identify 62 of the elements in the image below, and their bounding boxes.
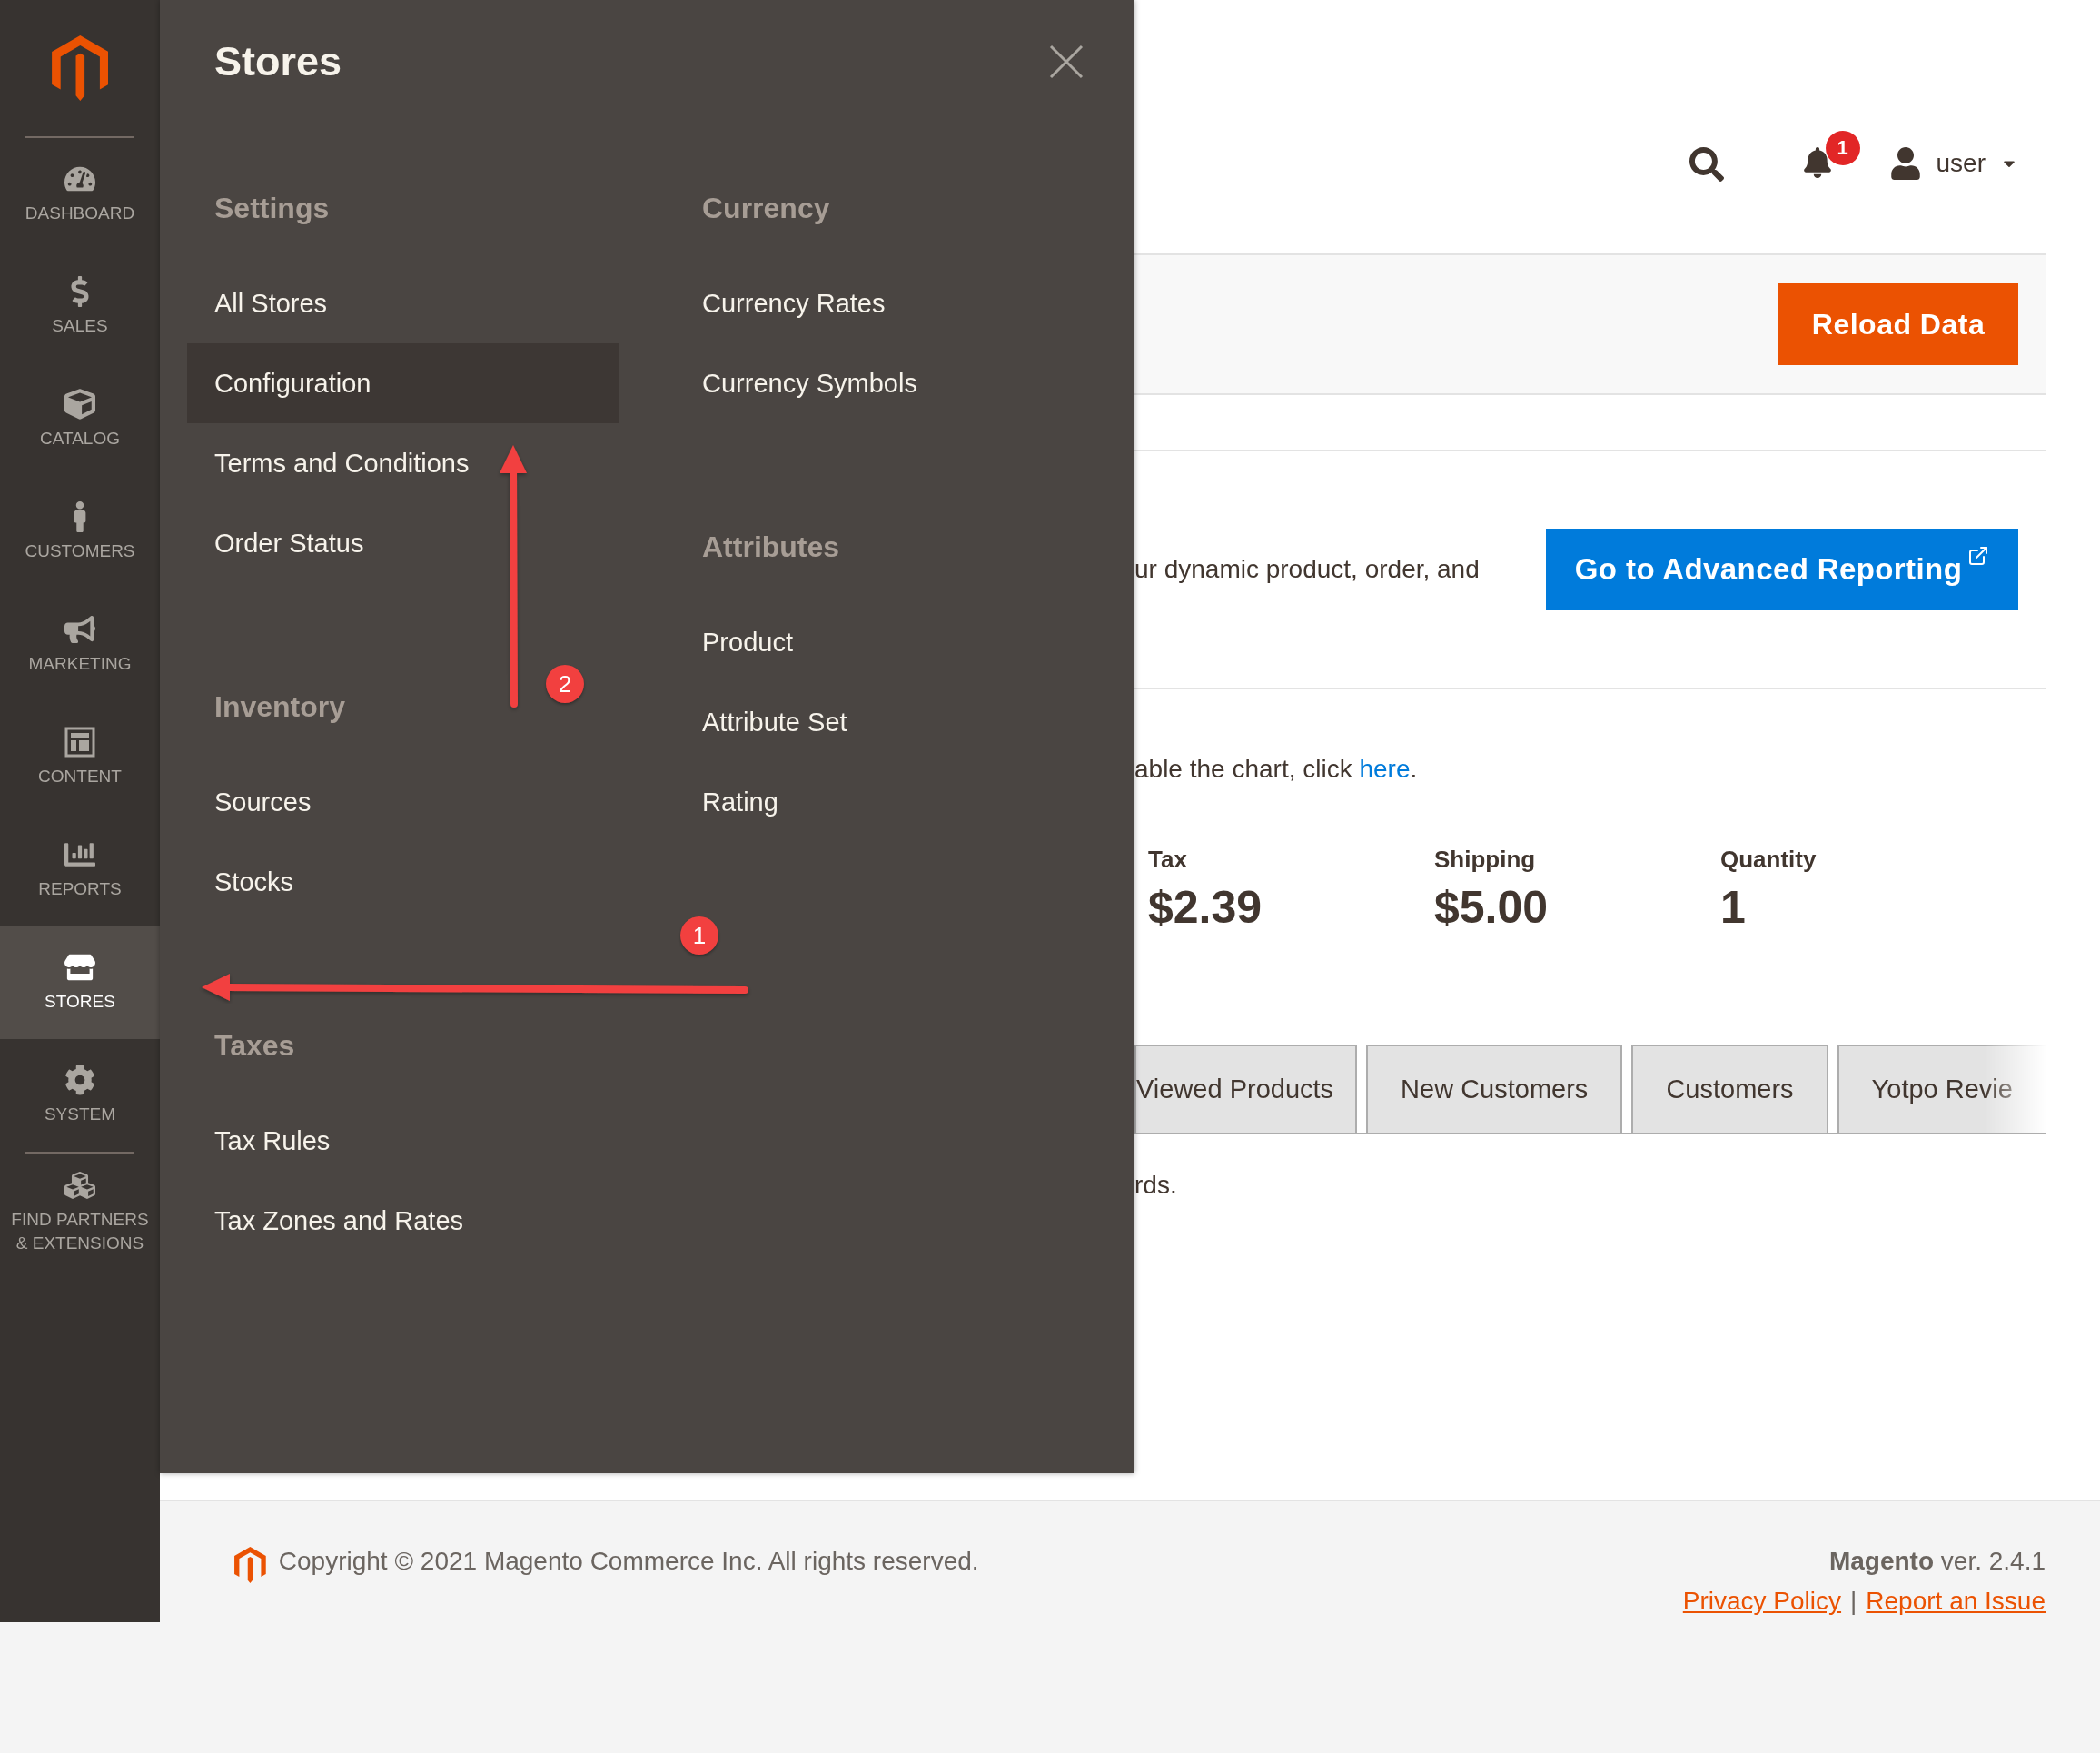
nav-item[interactable]: SALES bbox=[0, 251, 160, 363]
nav-item[interactable]: DASHBOARD bbox=[0, 138, 160, 251]
user-menu[interactable]: user bbox=[1888, 147, 2018, 180]
total-value: $2.39 bbox=[1148, 881, 1263, 934]
menu-item[interactable]: Tax Rules bbox=[187, 1101, 619, 1181]
menu-item[interactable]: Attribute Set bbox=[675, 682, 1106, 762]
menu-item[interactable]: Currency Symbols bbox=[675, 343, 1106, 423]
menu-item[interactable]: Currency Rates bbox=[675, 263, 1106, 343]
here-link[interactable]: here bbox=[1359, 755, 1411, 783]
nav-item[interactable]: REPORTS bbox=[0, 814, 160, 926]
nav-item[interactable]: MARKETING bbox=[0, 589, 160, 701]
copyright-text: Copyright © 2021 Magento Commerce Inc. All rights reserved. bbox=[278, 1547, 979, 1576]
total-value: 1 bbox=[1720, 881, 1747, 934]
total-label: Tax bbox=[1148, 846, 1188, 874]
logo-icon bbox=[234, 1547, 266, 1583]
section-heading: Currency bbox=[702, 191, 830, 225]
tab[interactable]: Viewed Products bbox=[1134, 1045, 1358, 1133]
nav-item[interactable]: FIND PARTNERS & EXTENSIONS bbox=[0, 1154, 160, 1272]
external-link-icon bbox=[1967, 545, 1990, 567]
nav-item[interactable]: CUSTOMERS bbox=[0, 476, 160, 589]
nav-item[interactable]: STORES bbox=[0, 926, 160, 1039]
gear-icon bbox=[64, 1065, 95, 1096]
total-label: Shipping bbox=[1434, 846, 1537, 874]
panel-title: Stores bbox=[214, 38, 342, 85]
section-heading: Settings bbox=[214, 191, 330, 225]
nav-item[interactable]: CATALOG bbox=[0, 363, 160, 476]
tab[interactable]: New Customers bbox=[1366, 1045, 1623, 1133]
notification-badge: 1 bbox=[1825, 131, 1860, 165]
total-value: $5.00 bbox=[1434, 881, 1550, 934]
close-button[interactable] bbox=[1049, 45, 1084, 79]
user-icon bbox=[1888, 147, 1922, 180]
blocks-icon bbox=[64, 1170, 95, 1202]
section-heading: Inventory bbox=[214, 689, 346, 724]
bell-icon[interactable] bbox=[1801, 147, 1833, 178]
search-icon[interactable] bbox=[1689, 147, 1724, 182]
menu-item[interactable]: All Stores bbox=[187, 263, 619, 343]
advanced-reporting-button[interactable]: Go to Advanced Reporting bbox=[1546, 529, 2018, 610]
total-label: Quantity bbox=[1720, 846, 1818, 874]
description-text: ur dynamic product, order, and bbox=[1134, 555, 1480, 584]
menu-item[interactable]: Sources bbox=[187, 762, 619, 842]
cube-icon bbox=[64, 389, 95, 421]
menu-item[interactable]: Terms and Conditions bbox=[187, 423, 619, 503]
menu-item[interactable]: Order Status bbox=[187, 503, 619, 583]
reload-data-button[interactable]: Reload Data bbox=[1778, 283, 2018, 365]
megaphone-icon bbox=[64, 614, 95, 646]
menu-item[interactable]: Stocks bbox=[187, 842, 619, 922]
version-text: Magento ver. 2.4.1 bbox=[1828, 1547, 2046, 1576]
grid-note: rds. bbox=[1134, 1171, 1178, 1200]
nav-item[interactable]: CONTENT bbox=[0, 701, 160, 814]
section-heading: Taxes bbox=[214, 1028, 295, 1063]
section-heading: Attributes bbox=[702, 530, 840, 564]
menu-item[interactable]: Product bbox=[675, 602, 1106, 682]
logo-icon bbox=[51, 35, 109, 101]
menu-item[interactable]: Rating bbox=[675, 762, 1106, 842]
menu-item[interactable]: Configuration bbox=[187, 343, 619, 423]
layout-icon bbox=[64, 727, 95, 758]
tab[interactable]: Yotpo Revie bbox=[1837, 1045, 2046, 1133]
menu-item[interactable]: Tax Zones and Rates bbox=[187, 1181, 619, 1261]
tab[interactable]: Customers bbox=[1631, 1045, 1828, 1133]
link-separator: | bbox=[1850, 1587, 1857, 1616]
chart-note: able the chart, click here. bbox=[1134, 755, 1419, 784]
nav-item[interactable]: SYSTEM bbox=[0, 1039, 160, 1152]
